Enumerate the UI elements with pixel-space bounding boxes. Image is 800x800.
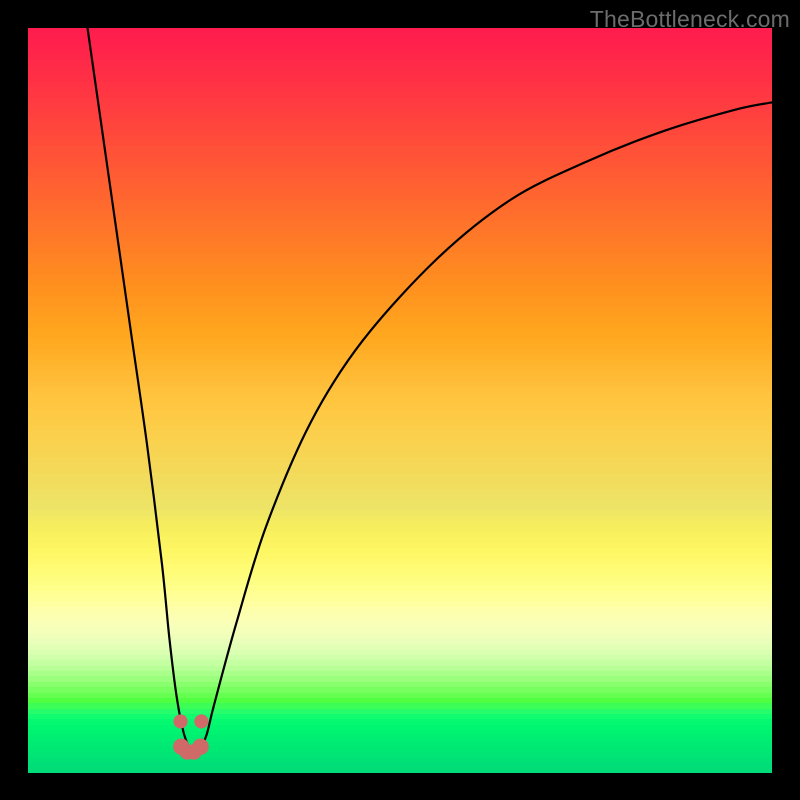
chart-svg <box>28 28 772 772</box>
bottleneck-curve <box>88 28 772 751</box>
plot-area <box>28 28 772 772</box>
watermark-text: TheBottleneck.com <box>590 6 790 33</box>
data-marker <box>173 714 187 728</box>
curve-markers <box>173 714 209 759</box>
chart-frame: TheBottleneck.com <box>0 0 800 800</box>
data-marker <box>192 739 208 755</box>
data-marker <box>194 714 208 728</box>
